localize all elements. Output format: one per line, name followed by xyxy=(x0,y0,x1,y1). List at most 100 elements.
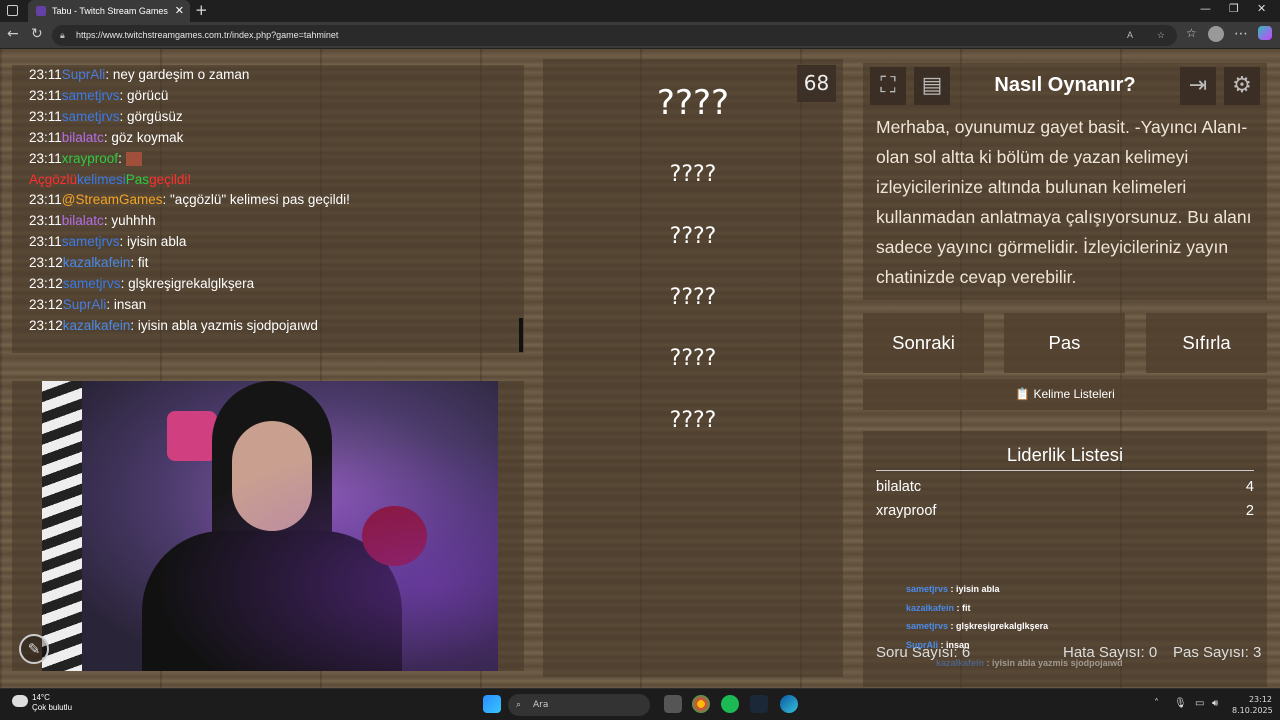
refresh-icon[interactable]: ↻ xyxy=(31,26,43,42)
chat-text: : görücü xyxy=(119,87,169,103)
leaderboard-name: xrayproof xyxy=(876,503,937,519)
chat-time: 23:12 xyxy=(29,317,63,333)
chat-username[interactable]: bilalatc xyxy=(62,213,104,228)
document-icon[interactable]: ▤ xyxy=(914,67,950,105)
new-tab-button[interactable]: + xyxy=(195,1,208,19)
leaderboard-row: bilalatc 4 xyxy=(876,479,1254,495)
chat-username[interactable]: kazalkafein xyxy=(63,255,131,270)
tab-close-icon[interactable]: ✕ xyxy=(175,4,184,17)
url-field[interactable]: 🔒︎ https://www.twitchstreamgames.com.tr/… xyxy=(52,25,1177,46)
word-lists-label: Kelime Listeleri xyxy=(1033,387,1115,401)
tab-actions-icon[interactable] xyxy=(7,5,18,16)
chat-message: 23:11@StreamGames: "açgözlü" kelimesi pa… xyxy=(29,190,524,211)
chat-time: 23:11 xyxy=(29,213,62,229)
steam-icon[interactable] xyxy=(750,695,768,713)
overlay-username: sametjrvs xyxy=(906,584,949,594)
overlay-message: SuprAli : insan xyxy=(906,636,1123,655)
more-menu-icon[interactable]: ⋯ xyxy=(1234,26,1248,42)
weather-widget[interactable]: 14°C Çok bulutlu xyxy=(12,693,72,713)
temperature: 14°C xyxy=(32,693,50,702)
chat-time: 23:11 xyxy=(29,129,62,145)
leaderboard-score: 4 xyxy=(1245,479,1254,495)
reset-button[interactable]: Sıfırla xyxy=(1146,313,1267,373)
maximize-icon[interactable]: ❐ xyxy=(1229,2,1239,15)
network-icon[interactable]: ▭ xyxy=(1195,698,1204,709)
overlay-text: : iyisin abla yazmis sjodpojaıwd xyxy=(984,658,1123,668)
overlay-message: sametjrvs : glşkreşigrekalglkşera xyxy=(906,617,1123,636)
windows-start-icon[interactable] xyxy=(483,695,501,713)
chat-text: : fit xyxy=(130,255,149,271)
favorites-icon[interactable]: ☆ xyxy=(1186,26,1197,40)
tray-chevron-icon[interactable]: ˄ xyxy=(1154,698,1159,709)
pass-notice-word: Açgözlü xyxy=(29,171,78,187)
pass-notice-word: Pas xyxy=(125,171,150,187)
hidden-word: ???? xyxy=(669,285,717,310)
pass-notice-word: kelimesi xyxy=(77,171,126,187)
pass-button[interactable]: Pas xyxy=(1004,313,1125,373)
chat-username[interactable]: sametjrvs xyxy=(63,276,121,291)
chat-message: 23:11bilalatc: yuhhhh xyxy=(29,211,524,232)
overlay-username: sametjrvs xyxy=(906,621,949,631)
logout-icon[interactable]: ⇥ xyxy=(1180,67,1216,105)
chat-message: 23:11xrayproof: xyxy=(29,149,524,170)
chat-message: 23:11sametjrvs: iyisin abla xyxy=(29,232,524,253)
chrome-icon[interactable] xyxy=(692,695,710,713)
microphone-icon[interactable]: 🎙︎ xyxy=(1174,698,1187,709)
favorite-star-icon[interactable]: ☆ xyxy=(1157,25,1165,46)
overlay-text: : fit xyxy=(954,602,971,613)
edge-icon[interactable] xyxy=(780,695,798,713)
chat-username[interactable]: bilalatc xyxy=(62,130,104,145)
chat-username[interactable]: xrayproof xyxy=(62,151,118,166)
leaderboard-row: xrayproof 2 xyxy=(876,503,1254,519)
pass-notice-word: geçildi! xyxy=(149,171,192,187)
hidden-word: ???? xyxy=(669,408,717,433)
stream-chat-overlay: sametjrvs : iyisin abla kazalkafein : fit… xyxy=(906,580,1123,673)
back-icon[interactable]: ← xyxy=(7,26,19,42)
taskbar-search[interactable]: ⌕ Ara xyxy=(508,694,650,716)
lock-icon: 🔒︎ xyxy=(60,30,65,40)
search-label: Ara xyxy=(533,700,549,710)
minimize-icon[interactable]: — xyxy=(1200,2,1211,15)
tab-title: Tabu - Twitch Stream Games xyxy=(52,6,168,16)
chat-message: 23:12sametjrvs: glşkreşigrekalglkşera xyxy=(29,274,524,295)
volume-icon[interactable]: 🔊︎ xyxy=(1212,698,1218,709)
spotify-icon[interactable] xyxy=(721,695,739,713)
leaderboard-name: bilalatc xyxy=(876,479,922,495)
chat-username[interactable]: sametjrvs xyxy=(62,88,120,103)
chat-scrollbar[interactable] xyxy=(519,318,523,352)
profile-avatar[interactable] xyxy=(1208,26,1224,42)
twitch-favicon-icon xyxy=(36,6,46,16)
chat-message: 23:11bilalatc: göz koymak xyxy=(29,128,524,149)
word-lists-button[interactable]: 📋 Kelime Listeleri xyxy=(863,379,1267,410)
next-button[interactable]: Sonraki xyxy=(863,313,984,373)
chat-time: 23:11 xyxy=(29,67,62,82)
fullscreen-icon[interactable]: ⛶ xyxy=(870,67,906,105)
clock[interactable]: 23:12 8.10.2025 xyxy=(1232,694,1273,716)
tab-active[interactable]: Tabu - Twitch Stream Games ✕ xyxy=(28,0,190,22)
chat-username[interactable]: sametjrvs xyxy=(62,234,120,249)
chat-username[interactable]: SuprAli xyxy=(63,297,107,312)
chat-username[interactable]: SuprAli xyxy=(62,67,106,82)
address-bar: ← ↻ 🔒︎ https://www.twitchstreamgames.com… xyxy=(0,22,1280,49)
chat-time: 23:11 xyxy=(29,234,62,250)
chat-text: : göz koymak xyxy=(103,129,184,145)
chat-time: 23:12 xyxy=(29,276,63,292)
chat-text: : iyisin abla xyxy=(119,234,187,250)
how-to-play-text: Merhaba, oyunumuz gayet basit. -Yayıncı … xyxy=(876,117,1252,287)
edit-pencil-icon[interactable]: ✎ xyxy=(19,634,49,664)
chat-message: 23:12kazalkafein: iyisin abla yazmis sjo… xyxy=(29,316,524,337)
read-aloud-icon[interactable]: A xyxy=(1127,25,1133,46)
chat-username[interactable]: @StreamGames xyxy=(62,192,163,207)
task-view-icon[interactable] xyxy=(664,695,682,713)
chat-message: AçgözlükelimesiPasgeçildi! xyxy=(29,170,524,191)
hidden-word-main: ???? xyxy=(656,83,730,123)
settings-gear-icon[interactable]: ⚙ xyxy=(1224,67,1260,105)
hidden-word: ???? xyxy=(669,162,717,187)
chat-time: 23:11 xyxy=(29,87,62,103)
chat-username[interactable]: sametjrvs xyxy=(62,109,120,124)
clock-date: 8.10.2025 xyxy=(1232,706,1273,715)
overlay-username: SuprAli xyxy=(906,639,939,650)
close-window-icon[interactable]: ✕ xyxy=(1257,2,1266,15)
chat-username[interactable]: kazalkafein xyxy=(63,318,131,333)
copilot-icon[interactable] xyxy=(1258,26,1272,40)
